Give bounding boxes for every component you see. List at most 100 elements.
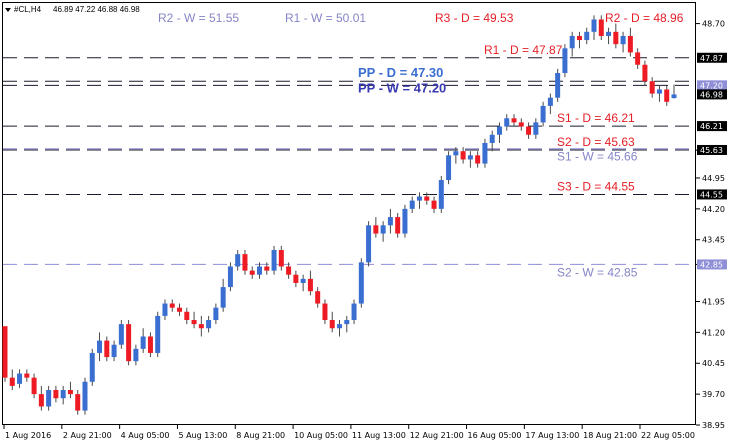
candle-body (213, 307, 219, 321)
level-label: S2 - W = 42.85 (557, 265, 638, 279)
candle-body (351, 303, 357, 321)
candle-body (635, 52, 641, 65)
price-badge-label: 47.20 (700, 81, 723, 90)
candle-body (169, 303, 175, 308)
candle-body (249, 270, 255, 275)
candle-body (271, 250, 277, 271)
candle-body (591, 19, 597, 32)
level-label: R1 - D = 47.87 (484, 43, 563, 57)
candle-body (177, 307, 183, 312)
x-tick-label: 22 Aug 05:00 (641, 431, 695, 440)
level-label: S3 - D = 44.55 (557, 179, 635, 193)
candle-body (402, 208, 408, 234)
y-tick-label: 44.20 (702, 205, 725, 214)
candle-body (431, 200, 437, 209)
x-tick-label: 11 Aug 13:00 (352, 431, 406, 440)
candle-body (344, 320, 350, 325)
candle-body (133, 348, 139, 362)
candle-body (53, 390, 59, 399)
candle-body (613, 31, 619, 45)
candle-body (286, 266, 292, 275)
candle-body (315, 291, 321, 304)
candle-body (555, 72, 561, 98)
y-tick-label: 48.70 (702, 20, 725, 29)
candle-body (627, 35, 633, 53)
candle-body (67, 390, 73, 395)
candle-body (337, 324, 342, 329)
level-label: R1 - W = 50.01 (285, 11, 366, 25)
candle-body (329, 320, 335, 329)
candle-body (198, 324, 204, 329)
y-tick-label: 38.95 (702, 421, 725, 430)
price-badge-label: 44.55 (700, 190, 723, 199)
candle-body (38, 394, 44, 407)
price-badge-label: 45.63 (700, 146, 723, 155)
x-tick-label: 2 Aug 21:00 (63, 431, 112, 440)
candle-body (118, 324, 124, 345)
header: #CL,H4 46.89 47.22 46.88 46.98 (5, 5, 140, 14)
candle-body (322, 303, 328, 321)
candle-body (569, 35, 575, 49)
candle-body (162, 303, 168, 316)
candle-body (576, 35, 582, 41)
candle-body (475, 155, 481, 164)
candle-body (242, 254, 248, 271)
candlestick-chart: R2 - W = 51.55 R1 - W = 50.01 R3 - D = 49.… (0, 0, 730, 444)
y-tick-label: 39.70 (702, 390, 725, 399)
candle-body (24, 373, 30, 378)
candle-body (60, 390, 66, 399)
candle-body (489, 134, 495, 143)
candle-body (307, 278, 313, 292)
y-tick-label: 40.45 (702, 359, 725, 368)
level-label: R2 - W = 51.55 (158, 11, 239, 25)
candle-body (409, 200, 415, 209)
candle-body (89, 352, 95, 382)
candle-body (227, 266, 233, 288)
candle-body (620, 35, 626, 45)
candle-body (184, 311, 190, 321)
candle-body (31, 377, 37, 395)
candle-body (191, 320, 197, 325)
candle-body (75, 394, 81, 411)
candle-body (446, 155, 452, 181)
level-label: S2 - D = 45.63 (557, 135, 635, 149)
x-tick-label: 16 Aug 05:00 (468, 431, 522, 440)
candle-body (387, 217, 393, 226)
candle-body (220, 287, 226, 308)
candle-body (300, 278, 306, 283)
candle-body (358, 262, 364, 304)
candle-body (9, 377, 15, 386)
level-label: PP - W = 47.20 (358, 80, 446, 95)
candle-body (467, 155, 473, 160)
candle-body (547, 97, 553, 106)
candle-body (540, 105, 546, 123)
level-label: PP - D = 47.30 (358, 65, 443, 80)
candle-body (642, 64, 648, 82)
price-badge-label: 46.21 (700, 122, 723, 131)
candle-body (664, 89, 670, 102)
candle-body (416, 196, 422, 201)
level-label: R2 - D = 48.96 (605, 11, 684, 25)
x-tick-label: 5 Aug 13:00 (178, 431, 227, 440)
candle-body (671, 94, 677, 99)
candle-body (453, 151, 459, 156)
x-tick-label: 8 Aug 21:00 (236, 431, 285, 440)
candle-body (562, 48, 568, 73)
candle-body (366, 225, 372, 263)
y-tick-label: 43.45 (702, 236, 725, 245)
candle-body (97, 340, 103, 353)
candle-body (140, 336, 146, 349)
candle-body (82, 381, 88, 411)
ohlc-readout: 46.89 47.22 46.88 46.98 (53, 5, 140, 14)
price-badge-label: 47.87 (700, 54, 723, 63)
candle-body (46, 390, 52, 407)
candle-body (598, 19, 604, 36)
candle-body (438, 180, 444, 209)
candle-body (526, 126, 532, 135)
candle-body (533, 122, 539, 135)
candle-body (482, 142, 488, 164)
candle-body (17, 373, 23, 384)
candle-body (373, 225, 379, 234)
level-label: R3 - D = 49.53 (435, 11, 514, 25)
y-tick-label: 41.20 (702, 328, 725, 337)
